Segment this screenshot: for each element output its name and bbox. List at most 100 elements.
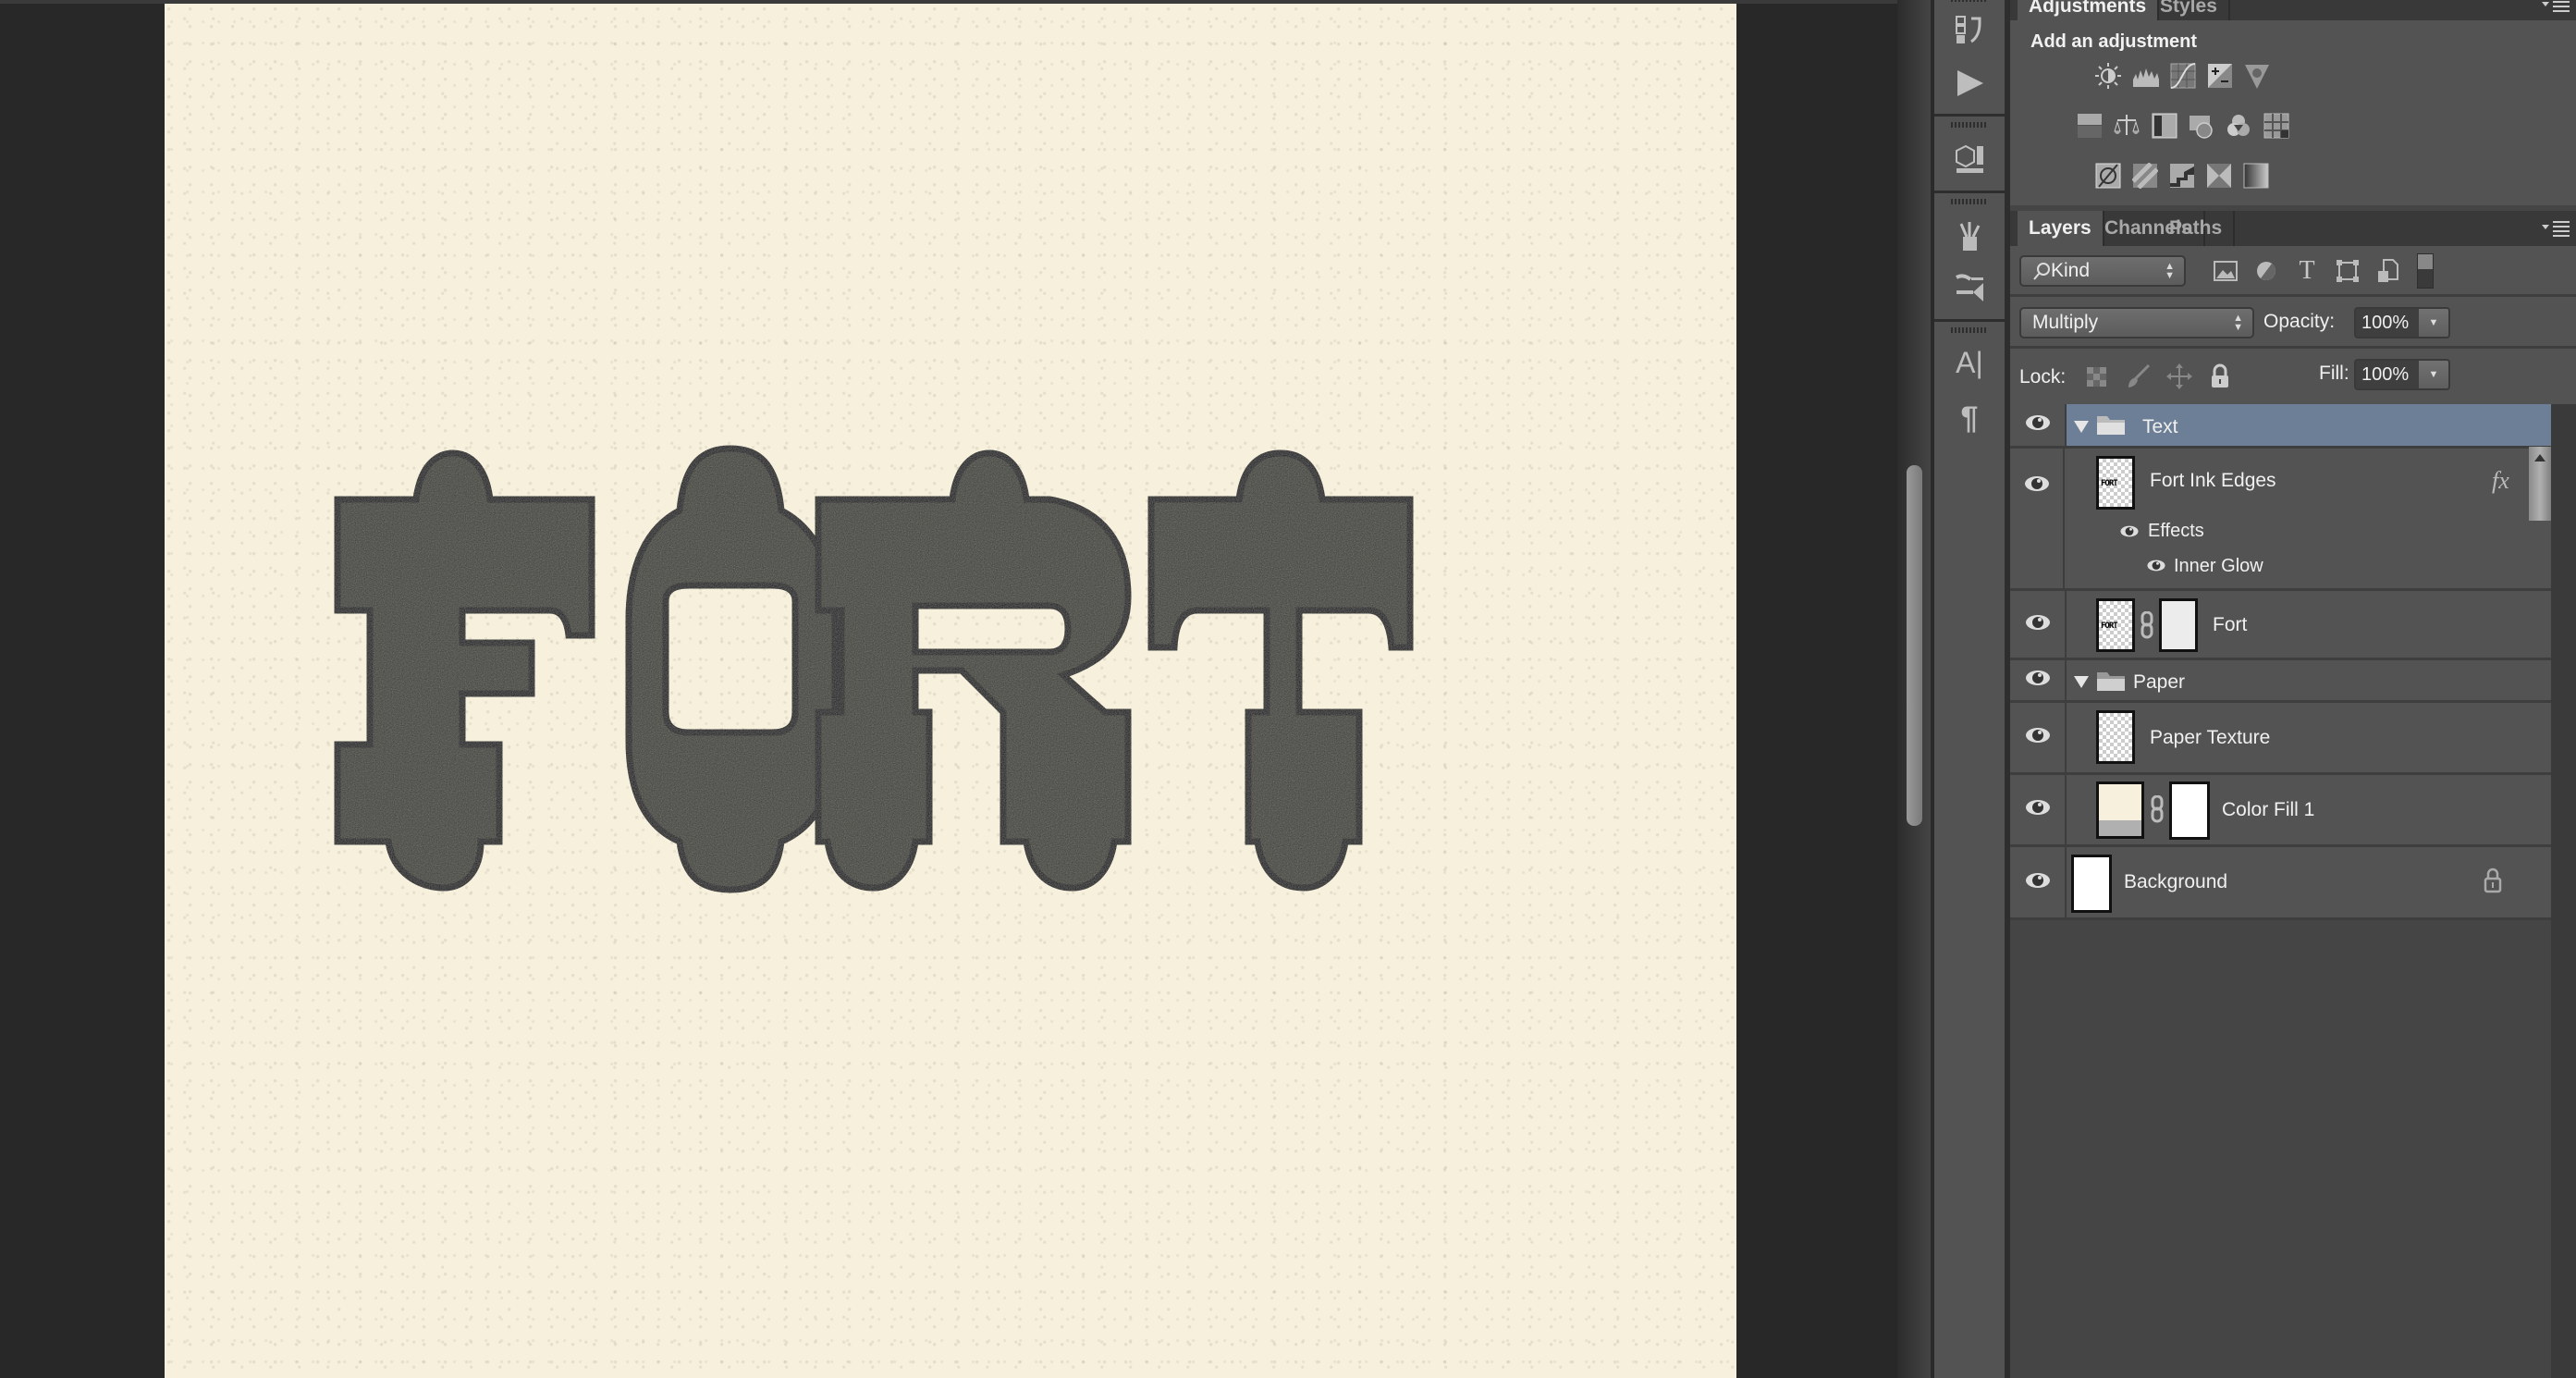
layer-name[interactable]: Paper Texture — [2150, 727, 2270, 749]
actions-play-icon[interactable] — [1953, 67, 1986, 100]
threshold-icon[interactable] — [2169, 163, 2195, 189]
color-balance-icon[interactable] — [2114, 113, 2140, 139]
layers-controls: Kind ▲ ▼ T Multiply ▲ ▼ Opacity: 100% ▼ Lo… — [2010, 246, 2576, 404]
effect-inner-glow[interactable]: Inner Glow — [2174, 556, 2263, 577]
curves-icon[interactable] — [2170, 63, 2196, 89]
visibility-eye-icon[interactable] — [2024, 871, 2052, 894]
effects-label[interactable]: Effects — [2148, 521, 2204, 542]
layer-name[interactable]: Background — [2124, 871, 2227, 893]
brush-icon[interactable] — [1953, 271, 1986, 304]
dock-grip[interactable] — [1951, 199, 1986, 204]
layer-name[interactable]: Color Fill 1 — [2222, 799, 2314, 821]
channel-mixer-icon[interactable] — [2226, 113, 2251, 139]
opacity-dropdown-icon[interactable]: ▼ — [2419, 309, 2448, 337]
photo-filter-icon[interactable] — [2189, 113, 2214, 139]
layer-row-color-fill-1[interactable]: Color Fill 1 — [2010, 775, 2553, 847]
fort-artwork — [334, 445, 1414, 893]
layer-row-fort-ink-edges[interactable]: FORT Fort Ink Edges fx Effects Inner Glo… — [2010, 449, 2553, 591]
layer-mask-thumbnail[interactable] — [2169, 781, 2210, 840]
layer-thumbnail: FORT — [2096, 456, 2135, 510]
row-divider — [2010, 346, 2576, 349]
layer-row-paper-group[interactable]: Paper — [2010, 660, 2553, 703]
layers-panel-menu-icon[interactable] — [2542, 220, 2571, 237]
selective-color-icon[interactable] — [2206, 163, 2232, 189]
smart-object-filter-icon[interactable] — [2374, 257, 2402, 285]
group-expand-icon[interactable] — [2074, 676, 2089, 688]
letter-o — [625, 445, 839, 893]
dock-group-3d — [1934, 117, 2005, 193]
layer-thumbnail — [2096, 710, 2135, 764]
fill-label: Fill: — [2319, 363, 2349, 384]
scroll-up-icon[interactable] — [2534, 454, 2545, 461]
thumbnail-text: FORT — [2101, 621, 2118, 631]
layer-row-background[interactable]: Background — [2010, 847, 2553, 920]
fill-value[interactable]: 100% — [2356, 361, 2419, 388]
mask-link-icon[interactable] — [2151, 795, 2164, 823]
dock-grip[interactable] — [1951, 327, 1986, 333]
layer-row-text-group[interactable]: Text — [2010, 404, 2553, 449]
opacity-field[interactable]: 100% ▼ — [2354, 307, 2450, 338]
layer-row-paper-texture[interactable]: Paper Texture — [2010, 703, 2553, 775]
vibrance-icon[interactable] — [2244, 63, 2270, 89]
color-lookup-icon[interactable] — [2263, 113, 2289, 139]
gradient-map-icon[interactable] — [2243, 163, 2269, 189]
type-filter-icon[interactable]: T — [2293, 256, 2321, 285]
canvas-scrollbar-thumb[interactable] — [1907, 465, 1922, 826]
exposure-icon[interactable] — [2207, 63, 2233, 89]
tab-layers[interactable]: Layers — [2018, 211, 2104, 246]
tab-adjustments[interactable]: Adjustments — [2018, 0, 2160, 20]
visibility-eye-icon[interactable] — [2023, 474, 2051, 498]
visibility-eye-icon[interactable] — [2024, 798, 2052, 821]
fill-dropdown-icon[interactable]: ▼ — [2419, 361, 2448, 388]
pixel-filter-icon[interactable] — [2212, 257, 2239, 285]
lock-transparent-pixels-icon[interactable] — [2082, 363, 2110, 390]
lock-position-icon[interactable] — [2165, 363, 2193, 390]
letter-t — [1147, 449, 1414, 892]
mask-link-icon[interactable] — [2141, 611, 2153, 639]
blend-mode-select[interactable]: Multiply ▲ ▼ — [2019, 307, 2254, 338]
layer-name[interactable]: Text — [2142, 416, 2178, 438]
visibility-eye-icon[interactable] — [2024, 669, 2052, 692]
fill-field[interactable]: 100% ▼ — [2354, 359, 2450, 390]
hue-saturation-icon[interactable] — [2077, 113, 2103, 139]
layer-name[interactable]: Paper — [2133, 671, 2185, 694]
lock-image-pixels-icon[interactable] — [2125, 363, 2153, 390]
dock-grip[interactable] — [1951, 0, 1986, 2]
dock-group-history — [1934, 0, 2005, 117]
layer-row-fort[interactable]: FORT Fort — [2010, 591, 2553, 660]
visibility-eye-icon[interactable] — [2024, 726, 2052, 749]
posterize-icon[interactable] — [2132, 163, 2158, 189]
character-icon[interactable]: A| — [1953, 346, 1986, 379]
layers-scrollbar-track[interactable] — [2551, 404, 2576, 1378]
layer-mask-thumbnail[interactable] — [2159, 598, 2198, 652]
layer-name[interactable]: Fort Ink Edges — [2150, 470, 2276, 492]
opacity-value[interactable]: 100% — [2356, 309, 2419, 337]
lock-all-icon[interactable] — [2206, 363, 2234, 390]
brightness-contrast-icon[interactable] — [2095, 63, 2121, 89]
brush-presets-icon[interactable] — [1953, 219, 1986, 252]
visibility-eye-icon[interactable] — [2024, 413, 2052, 437]
layer-name[interactable]: Fort — [2213, 614, 2247, 636]
folder-icon — [2097, 416, 2125, 435]
paragraph-icon[interactable]: ¶ — [1953, 400, 1986, 436]
black-white-icon[interactable] — [2152, 113, 2177, 139]
group-expand-icon[interactable] — [2074, 421, 2089, 433]
invert-icon[interactable] — [2095, 163, 2121, 189]
3d-icon[interactable] — [1953, 142, 1986, 176]
layers-scrollbar-thumb[interactable] — [2529, 447, 2551, 521]
adjustment-filter-icon[interactable] — [2252, 257, 2280, 285]
inner-glow-visibility-eye-icon[interactable] — [2146, 559, 2166, 577]
effects-visibility-eye-icon[interactable] — [2119, 524, 2140, 543]
filter-toggle-switch[interactable] — [2417, 253, 2434, 289]
history-icon[interactable] — [1953, 13, 1986, 46]
opacity-label: Opacity: — [2263, 311, 2336, 332]
tab-styles[interactable]: Styles — [2149, 0, 2230, 20]
fx-icon[interactable]: fx — [2492, 467, 2509, 495]
levels-icon[interactable] — [2133, 63, 2159, 89]
panel-menu-icon[interactable] — [2542, 0, 2571, 17]
tab-paths[interactable]: Paths — [2158, 211, 2236, 246]
visibility-eye-icon[interactable] — [2024, 613, 2052, 636]
dock-grip[interactable] — [1951, 122, 1986, 128]
shape-filter-icon[interactable] — [2334, 257, 2361, 285]
layer-filter-kind-select[interactable]: Kind ▲ ▼ — [2019, 255, 2186, 287]
